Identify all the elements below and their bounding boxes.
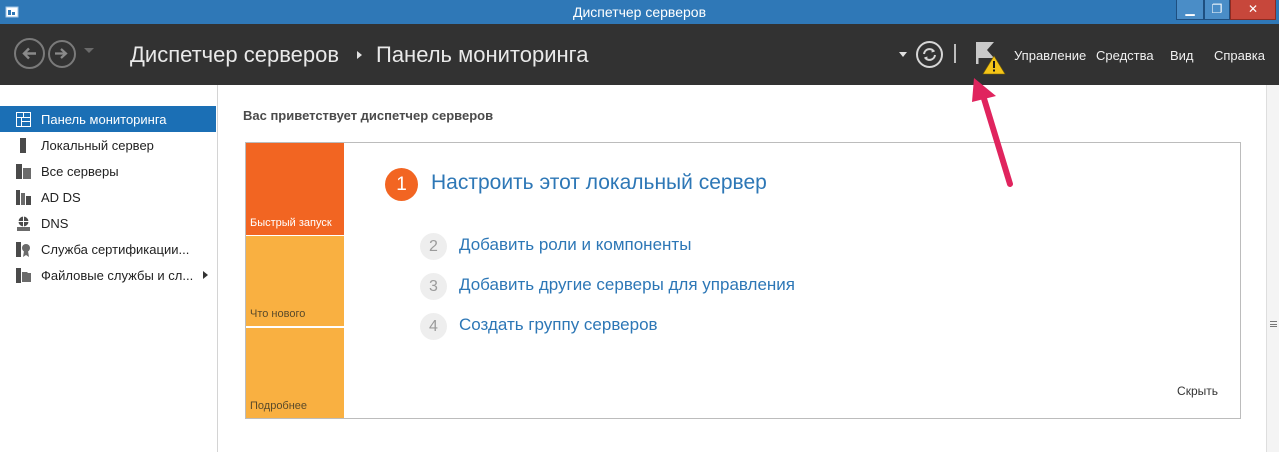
forward-button[interactable] <box>48 40 76 68</box>
add-roles-link[interactable]: Добавить роли и компоненты <box>459 235 691 255</box>
tile-quick-start[interactable]: Быстрый запуск <box>246 143 344 235</box>
step-number: 2 <box>420 233 447 260</box>
sidebar-item-label: Файловые службы и сл... <box>41 268 194 283</box>
close-button[interactable]: ✕ <box>1230 0 1276 20</box>
menu-tools[interactable]: Средства <box>1096 48 1154 63</box>
sidebar-item-label: Локальный сервер <box>41 138 154 153</box>
sidebar-item-ad-ds[interactable]: AD DS <box>0 184 216 210</box>
refresh-button[interactable] <box>916 41 943 68</box>
file-services-icon <box>16 268 31 283</box>
breadcrumb-current-page: Панель мониторинга <box>376 42 589 67</box>
breadcrumb-root[interactable]: Диспетчер серверов <box>130 42 339 68</box>
title-bar: Диспетчер серверов ▁ ❐ ✕ <box>0 0 1279 24</box>
sidebar-item-label: AD DS <box>41 190 81 205</box>
tile-label: Подробнее <box>250 400 308 412</box>
step-number: 4 <box>420 313 447 340</box>
dns-icon <box>17 216 30 231</box>
local-server-icon <box>20 138 26 153</box>
menu-help[interactable]: Справка <box>1214 48 1265 63</box>
scrollbar-grip-icon <box>1270 321 1277 327</box>
create-server-group-link[interactable]: Создать группу серверов <box>459 315 658 335</box>
welcome-heading: Вас приветствует диспетчер серверов <box>243 108 494 123</box>
sidebar-item-label: Панель мониторинга <box>41 112 167 127</box>
tile-learn-more[interactable]: Подробнее <box>246 328 344 418</box>
arrow-left-icon <box>22 47 36 60</box>
window-title: Диспетчер серверов <box>572 4 707 20</box>
breadcrumb-separator-icon <box>357 51 362 59</box>
sidebar-item-label: Служба сертификации... <box>41 242 190 257</box>
hide-link[interactable]: Скрыть <box>1177 384 1218 398</box>
step-number: 1 <box>385 168 418 201</box>
step-number: 3 <box>420 273 447 300</box>
dashboard-icon <box>16 112 31 127</box>
header-separator <box>954 44 956 63</box>
tile-label: Быстрый запуск <box>250 217 332 229</box>
maximize-button[interactable]: ❐ <box>1204 0 1230 20</box>
back-button[interactable] <box>14 38 45 69</box>
minimize-button[interactable]: ▁ <box>1176 0 1204 20</box>
sidebar-item-dns[interactable]: DNS <box>0 210 216 236</box>
expand-arrow-icon[interactable] <box>203 271 208 279</box>
arrow-right-icon <box>55 48 68 59</box>
tile-label: Что нового <box>250 308 306 320</box>
refresh-icon <box>923 48 936 61</box>
main-content: Вас приветствует диспетчер серверов Быст… <box>219 85 1266 452</box>
sidebar-item-label: DNS <box>41 216 69 231</box>
sidebar: Панель мониторинга Локальный сервер Все … <box>0 85 218 452</box>
sidebar-item-all-servers[interactable]: Все серверы <box>0 158 216 184</box>
scrollbar-thumb[interactable] <box>1269 85 1278 452</box>
sidebar-item-file-services[interactable]: Файловые службы и сл... <box>0 262 216 288</box>
menu-manage[interactable]: Управление <box>1014 48 1086 63</box>
header-bar: Диспетчер серверов Панель мониторинга Уп… <box>0 24 1279 85</box>
menu-view[interactable]: Вид <box>1170 48 1194 63</box>
ad-ds-icon <box>16 190 31 205</box>
history-dropdown-icon[interactable] <box>84 48 94 53</box>
annotation-arrow <box>972 78 1013 187</box>
sidebar-item-certificate-service[interactable]: Служба сертификации... <box>0 236 216 262</box>
sidebar-item-local-server[interactable]: Локальный сервер <box>0 132 216 158</box>
configure-local-server-link[interactable]: Настроить этот локальный сервер <box>431 171 767 195</box>
vertical-scrollbar[interactable] <box>1266 85 1279 452</box>
sidebar-item-label: Все серверы <box>41 164 119 179</box>
quick-start-panel: Быстрый запуск Что нового Подробнее 1 На… <box>245 142 1241 419</box>
add-servers-link[interactable]: Добавить другие серверы для управления <box>459 275 795 295</box>
sidebar-item-dashboard[interactable]: Панель мониторинга <box>0 106 216 132</box>
all-servers-icon <box>16 164 31 179</box>
tile-whats-new[interactable]: Что нового <box>246 236 344 326</box>
certificate-service-icon <box>16 242 30 257</box>
header-dropdown-icon[interactable] <box>899 52 907 57</box>
